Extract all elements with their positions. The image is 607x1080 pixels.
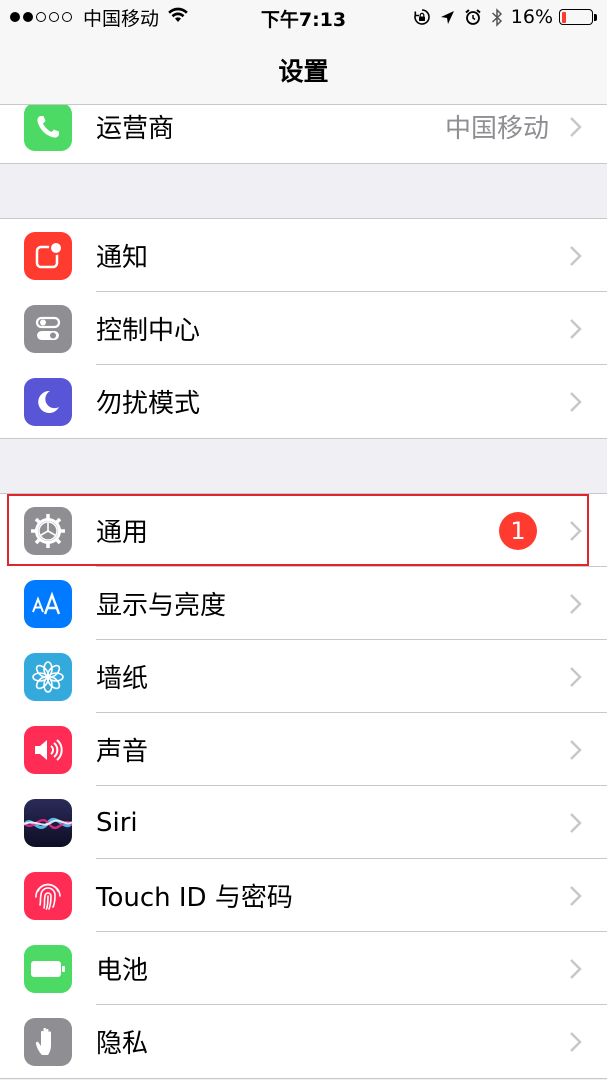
status-right: 16%: [404, 5, 597, 29]
phone-icon: [24, 102, 72, 151]
row-label: 通知: [96, 243, 149, 273]
row-label: 通用: [96, 518, 149, 548]
battery-tip: [594, 13, 597, 21]
text-size-icon: [24, 579, 72, 628]
row-label: 墙纸: [96, 664, 149, 694]
location-icon: [440, 10, 455, 25]
settings-row-control-center[interactable]: 控制中心: [0, 292, 607, 365]
row-label: 声音: [96, 737, 149, 767]
settings-row-privacy[interactable]: 隐私: [0, 1005, 607, 1078]
flower-icon: [24, 652, 72, 701]
row-value: 中国移动: [444, 114, 549, 144]
page-title: 设置: [278, 57, 329, 86]
control-center-icon: [24, 304, 72, 353]
row-label: 控制中心: [96, 316, 201, 346]
chevron-right-icon: [570, 245, 582, 266]
siri-icon: [24, 798, 72, 847]
settings-screen: 中国移动 下午7:13 16% 设置 运营商 中国移动 通知 控制中心 勿扰模式…: [0, 0, 607, 1080]
settings-row-battery[interactable]: 电池: [0, 932, 607, 1005]
top-bar: 中国移动 下午7:13 16% 设置: [0, 0, 607, 105]
status-bar: 中国移动 下午7:13 16%: [0, 0, 607, 34]
battery-icon: [559, 9, 593, 25]
chevron-right-icon: [570, 520, 582, 541]
alarm-icon: [464, 8, 482, 26]
row-label: 勿扰模式: [96, 389, 201, 419]
settings-row-do-not-disturb[interactable]: 勿扰模式: [0, 365, 607, 438]
chevron-right-icon: [570, 666, 582, 687]
gear-icon: [24, 506, 72, 555]
chevron-right-icon: [570, 812, 582, 833]
group-general: 通用 1 显示与亮度 墙纸 声音 Siri Touch ID 与密码 电池 隐私: [0, 493, 607, 1079]
settings-row-display-brightness[interactable]: 显示与亮度: [0, 567, 607, 640]
row-label: Touch ID 与密码: [96, 883, 293, 913]
rotation-lock-icon: [413, 8, 431, 26]
hand-icon: [24, 1017, 72, 1066]
chevron-right-icon: [570, 958, 582, 979]
settings-row-general[interactable]: 通用 1: [0, 494, 607, 567]
settings-row-siri[interactable]: Siri: [0, 786, 607, 859]
chevron-right-icon: [570, 116, 582, 137]
speaker-icon: [24, 725, 72, 774]
settings-row-sounds[interactable]: 声音: [0, 713, 607, 786]
row-label: 电池: [96, 956, 149, 986]
battery-icon: [24, 944, 72, 993]
chevron-right-icon: [570, 391, 582, 412]
moon-icon: [24, 377, 72, 426]
settings-row-wallpaper[interactable]: 墙纸: [0, 640, 607, 713]
chevron-right-icon: [570, 1031, 582, 1052]
row-label: 隐私: [96, 1029, 149, 1059]
chevron-right-icon: [570, 593, 582, 614]
notifications-icon: [24, 231, 72, 280]
group-notifications: 通知 控制中心 勿扰模式: [0, 218, 607, 439]
row-label: Siri: [96, 807, 138, 838]
chevron-right-icon: [570, 318, 582, 339]
settings-row-notifications[interactable]: 通知: [0, 219, 607, 292]
update-badge: 1: [499, 511, 537, 550]
settings-row-touch-id[interactable]: Touch ID 与密码: [0, 859, 607, 932]
chevron-right-icon: [570, 885, 582, 906]
row-label: 运营商: [96, 114, 175, 144]
chevron-right-icon: [570, 739, 582, 760]
row-label: 显示与亮度: [96, 591, 227, 621]
battery-percent: 16%: [510, 6, 553, 28]
fingerprint-icon: [24, 871, 72, 920]
battery-level-fill: [561, 11, 567, 23]
bluetooth-icon: [491, 7, 503, 27]
